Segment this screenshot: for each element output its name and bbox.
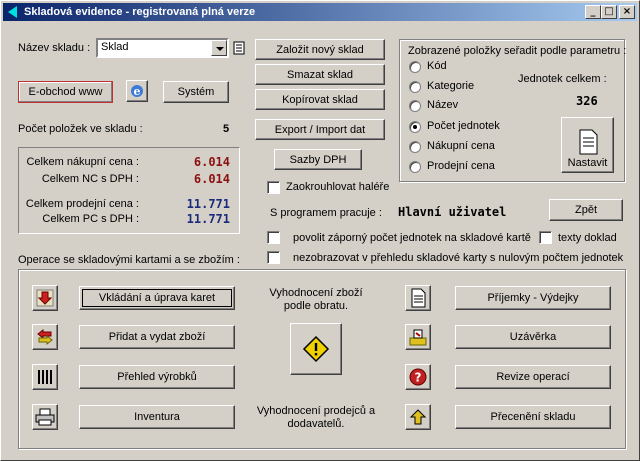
sort-option-category: Kategorie bbox=[427, 80, 475, 92]
negative-label: povolit záporný počet jednotek na sklado… bbox=[293, 232, 531, 244]
store-label: Název skladu : bbox=[18, 42, 91, 54]
sort-option-units: Počet jednotek bbox=[427, 120, 500, 132]
close-button[interactable]: × bbox=[619, 5, 635, 19]
sale-vat-value: 11.771 bbox=[186, 212, 230, 226]
sale-total-label: Celkem prodejní cena : bbox=[25, 198, 139, 210]
sort-radio-name[interactable] bbox=[409, 100, 421, 112]
window-title: Skladová evidence - registrovaná plná ve… bbox=[24, 6, 256, 18]
sort-title: Zobrazené položky seřadit podle parametr… bbox=[408, 45, 627, 57]
svg-text:e: e bbox=[134, 85, 141, 98]
sale-vat-label: Celkem PC s DPH : bbox=[42, 213, 139, 225]
sale-total-value: 11.771 bbox=[186, 197, 230, 211]
sort-radio-sale[interactable] bbox=[409, 161, 421, 173]
round-label: Zaokrouhlovat haléře bbox=[286, 181, 390, 193]
texts-checkbox[interactable] bbox=[539, 231, 552, 244]
set-button-label: Nastavit bbox=[567, 157, 608, 169]
items-count-value: 5 bbox=[223, 123, 230, 135]
notepad-icon[interactable] bbox=[233, 41, 245, 55]
document-icon bbox=[579, 129, 597, 155]
sort-option-code: Kód bbox=[427, 60, 447, 72]
purchase-vat-label: Celkem NC s DPH : bbox=[41, 173, 139, 185]
eshop-button[interactable]: E-obchod www bbox=[18, 81, 113, 103]
product-overview-button[interactable]: Přehled výrobků bbox=[79, 365, 235, 389]
maximize-button[interactable]: □ bbox=[601, 5, 617, 19]
purchase-total-value: 6.014 bbox=[193, 155, 230, 169]
new-store-button[interactable]: Založit nový sklad bbox=[255, 39, 385, 60]
set-button[interactable]: Nastavit bbox=[561, 117, 614, 173]
copy-store-button[interactable]: Kopírovat sklad bbox=[255, 89, 385, 110]
system-button[interactable]: Systém bbox=[163, 81, 229, 103]
sort-option-purchase: Nákupní cena bbox=[427, 140, 495, 152]
revaluation-button[interactable]: Přecenění skladu bbox=[455, 405, 611, 429]
store-select[interactable]: Sklad bbox=[96, 38, 229, 58]
user-value: Hlavní uživatel bbox=[398, 205, 507, 219]
vat-rates-button[interactable]: Sazby DPH bbox=[274, 149, 362, 170]
items-count-label: Počet položek ve skladu : bbox=[18, 123, 143, 135]
store-select-value: Sklad bbox=[101, 41, 129, 53]
units-total-value: 326 bbox=[576, 94, 598, 108]
receipt-icon[interactable] bbox=[405, 285, 431, 311]
question-icon[interactable]: ? bbox=[405, 364, 431, 390]
sort-radio-category[interactable] bbox=[409, 81, 421, 93]
export-import-button[interactable]: Export / Import dat bbox=[255, 119, 385, 140]
sort-radio-units[interactable] bbox=[409, 121, 421, 133]
entry-edit-button[interactable]: Vkládání a úprava karet bbox=[79, 286, 235, 310]
app-icon bbox=[6, 5, 20, 19]
eval-sales-label: Vyhodnocení prodejců a dodavatelů. bbox=[256, 405, 376, 430]
eval-goods-label: Vyhodnocení zboží podle obratu. bbox=[269, 287, 363, 312]
hide-zero-checkbox[interactable] bbox=[267, 251, 280, 264]
round-checkbox[interactable] bbox=[267, 181, 280, 194]
svg-text:?: ? bbox=[415, 371, 422, 385]
operations-title: Operace se skladovými kartami a se zboží… bbox=[18, 254, 240, 266]
purchase-vat-value: 6.014 bbox=[193, 172, 230, 186]
sort-option-name: Název bbox=[427, 99, 459, 111]
units-total-label: Jednotek celkem : bbox=[518, 73, 607, 85]
printer-icon[interactable] bbox=[32, 404, 58, 430]
list-icon[interactable] bbox=[32, 364, 58, 390]
arrow-down-icon[interactable] bbox=[32, 285, 58, 311]
main-window: Skladová evidence - registrovaná plná ve… bbox=[0, 0, 640, 461]
arrow-up-icon[interactable] bbox=[405, 404, 431, 430]
back-button[interactable]: Zpět bbox=[549, 199, 623, 221]
receipts-issues-button[interactable]: Příjemky - Výdejky bbox=[455, 286, 611, 310]
evaluation-button[interactable] bbox=[290, 323, 342, 375]
hide-zero-label: nezobrazovat v přehledu skladové karty s… bbox=[293, 252, 624, 264]
browser-icon[interactable]: e bbox=[126, 80, 148, 102]
purchase-total-label: Celkem nákupní cena : bbox=[26, 156, 139, 168]
sort-radio-purchase[interactable] bbox=[409, 141, 421, 153]
negative-checkbox[interactable] bbox=[267, 231, 280, 244]
closing-tray-icon[interactable] bbox=[405, 324, 431, 350]
exchange-arrows-icon[interactable] bbox=[32, 324, 58, 350]
inventory-button[interactable]: Inventura bbox=[79, 405, 235, 429]
title-bar: Skladová evidence - registrovaná plná ve… bbox=[3, 3, 637, 21]
closing-button[interactable]: Uzávěrka bbox=[455, 325, 611, 349]
sort-option-sale: Prodejní cena bbox=[427, 160, 495, 172]
sort-radio-code[interactable] bbox=[409, 61, 421, 73]
user-label: S programem pracuje : bbox=[270, 207, 382, 219]
minimize-button[interactable]: _ bbox=[585, 5, 601, 19]
texts-label: texty doklad bbox=[558, 232, 617, 244]
delete-store-button[interactable]: Smazat sklad bbox=[255, 64, 385, 85]
chevron-down-icon[interactable] bbox=[211, 40, 227, 56]
operation-review-button[interactable]: Revize operací bbox=[455, 365, 611, 389]
add-issue-button[interactable]: Přidat a vydat zboží bbox=[79, 325, 235, 349]
warning-icon bbox=[302, 335, 330, 363]
